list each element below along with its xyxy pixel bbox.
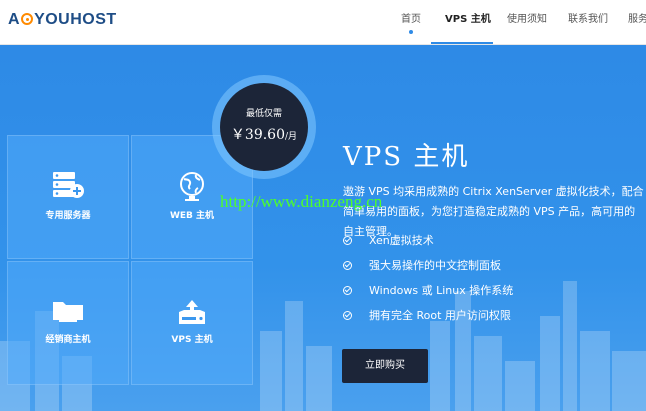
- buy-now-button[interactable]: 立即购买: [342, 349, 428, 383]
- price-amount: ￥39.60: [230, 127, 286, 143]
- watermark-text: http://www.dianzeng.cn: [220, 192, 383, 211]
- nav-item-contact[interactable]: 联系我们: [568, 10, 608, 25]
- price-value: ￥39.60/月: [220, 124, 308, 144]
- feature-text: Xen虚拟技术: [369, 234, 434, 247]
- check-circle-icon: [343, 286, 352, 295]
- nav-item-services[interactable]: 服务: [628, 10, 646, 25]
- tile-dedicated-server[interactable]: 专用服务器: [7, 135, 129, 259]
- vps-drive-icon: [179, 300, 205, 324]
- globe-icon: [180, 172, 204, 201]
- check-circle-icon: [343, 261, 352, 270]
- logo-text: YOUHOST: [34, 11, 117, 28]
- feature-text: 拥有完全 Root 用户访问权限: [369, 309, 511, 322]
- price-unit: /月: [285, 132, 298, 142]
- nav-item-vps[interactable]: VPS 主机: [445, 10, 491, 25]
- tile-label: 经销商主机: [45, 335, 91, 345]
- logo-letter: A: [8, 11, 21, 28]
- price-caption: 最低仅需: [245, 109, 282, 119]
- nav-item-terms[interactable]: 使用须知: [507, 10, 547, 25]
- logo-o-icon: [21, 13, 34, 25]
- check-circle-icon: [343, 236, 352, 245]
- tile-label: 专用服务器: [45, 211, 91, 221]
- tile-reseller-hosting[interactable]: 经销商主机: [7, 261, 129, 385]
- top-navigation-bar: A YOUHOST 首页 VPS 主机 使用须知 联系我们 服务: [0, 0, 646, 45]
- tile-vps-hosting[interactable]: VPS 主机: [131, 261, 253, 385]
- price-badge: 最低仅需 ￥39.60/月: [212, 75, 316, 179]
- service-tiles: 专用服务器 WEB 主机 经销商主机 VPS 主机: [7, 135, 255, 386]
- folder-icon: [53, 302, 83, 322]
- feature-text: 强大易操作的中文控制面板: [369, 259, 501, 272]
- feature-text: Windows 或 Linux 操作系统: [369, 284, 514, 297]
- nav-item-home[interactable]: 首页: [401, 10, 421, 25]
- product-title: VPS 主机: [343, 142, 470, 172]
- logo[interactable]: A YOUHOST: [8, 11, 117, 29]
- nav-indicator-dot: [409, 30, 413, 34]
- price-circle: 最低仅需 ￥39.60/月: [220, 83, 308, 171]
- check-circle-icon: [343, 311, 352, 320]
- nav-active-underline: [431, 42, 493, 44]
- server-icon: [53, 172, 84, 198]
- tile-label: VPS 主机: [171, 335, 213, 345]
